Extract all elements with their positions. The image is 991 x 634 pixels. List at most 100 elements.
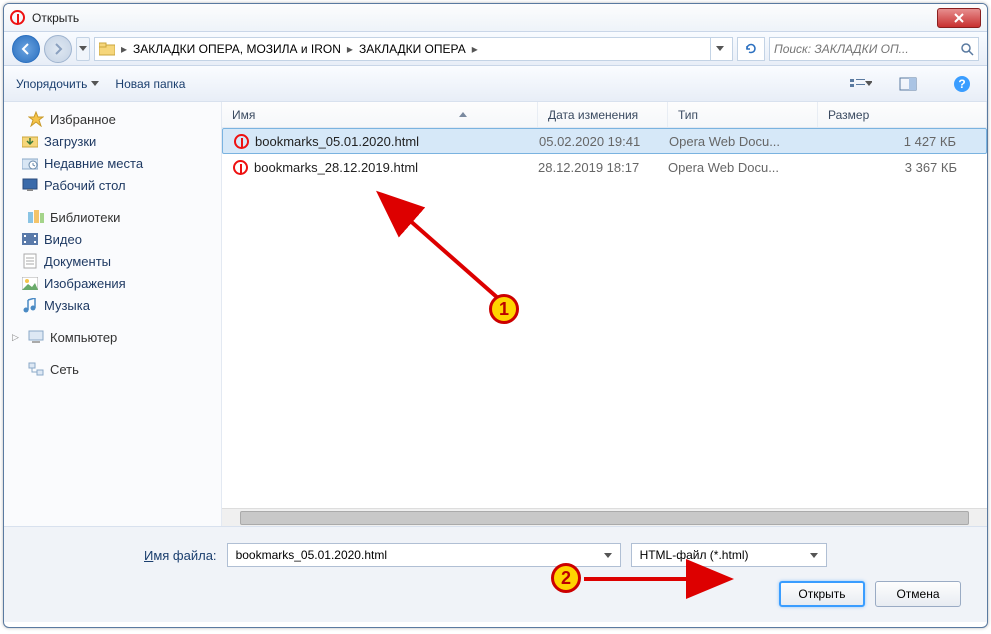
file-row[interactable]: bookmarks_05.01.2020.html 05.02.2020 19:…: [222, 128, 987, 154]
chevron-right-icon: ▸: [347, 42, 353, 56]
sidebar-libraries-header[interactable]: Библиотеки: [4, 206, 221, 228]
sidebar-item-label: Музыка: [44, 298, 90, 313]
sidebar-computer-header[interactable]: ▷ Компьютер: [4, 326, 221, 348]
search-input[interactable]: [774, 42, 956, 56]
address-bar[interactable]: ▸ ЗАКЛАДКИ ОПЕРА, МОЗИЛА и IRON ▸ ЗАКЛАД…: [94, 37, 733, 61]
chevron-down-icon[interactable]: [600, 553, 616, 558]
opera-icon: [10, 10, 26, 26]
new-folder-button[interactable]: Новая папка: [115, 77, 185, 91]
address-dropdown[interactable]: [710, 38, 728, 60]
toolbar: Упорядочить Новая папка ?: [4, 66, 987, 102]
breadcrumb-parent[interactable]: ЗАКЛАДКИ ОПЕРА, МОЗИЛА и IRON: [133, 42, 341, 56]
header-label: Дата изменения: [548, 108, 638, 122]
chevron-down-icon[interactable]: [806, 553, 822, 558]
body-area: Избранное Загрузки Недавние места Рабочи…: [4, 102, 987, 526]
documents-icon: [22, 253, 38, 269]
file-name: bookmarks_28.12.2019.html: [254, 160, 418, 175]
filename-combo[interactable]: bookmarks_05.01.2020.html: [227, 543, 621, 567]
libraries-icon: [28, 209, 44, 225]
svg-text:?: ?: [958, 77, 965, 91]
opera-file-icon: [232, 159, 248, 175]
sidebar-item-recent[interactable]: Недавние места: [4, 152, 221, 174]
opera-file-icon: [233, 133, 249, 149]
sidebar-favorites-header[interactable]: Избранное: [4, 108, 221, 130]
window-title: Открыть: [32, 11, 937, 25]
file-row[interactable]: bookmarks_28.12.2019.html 28.12.2019 18:…: [222, 154, 987, 180]
sidebar-item-label: Документы: [44, 254, 111, 269]
file-list-area: Имя Дата изменения Тип Размер bookmarks_…: [222, 102, 987, 526]
sidebar-item-documents[interactable]: Документы: [4, 250, 221, 272]
sidebar-item-label: Недавние места: [44, 156, 143, 171]
file-size: 3 367 КБ: [818, 160, 987, 175]
help-button[interactable]: ?: [949, 73, 975, 95]
filename-label: Имя файла:: [144, 548, 217, 563]
sidebar-item-images[interactable]: Изображения: [4, 272, 221, 294]
footer: Имя файла: bookmarks_05.01.2020.html HTM…: [4, 526, 987, 622]
refresh-button[interactable]: [737, 37, 765, 61]
file-name: bookmarks_05.01.2020.html: [255, 134, 419, 149]
sidebar-item-label: Избранное: [50, 112, 116, 127]
folder-icon: [99, 41, 115, 57]
search-box[interactable]: [769, 37, 979, 61]
nav-back-button[interactable]: [12, 35, 40, 63]
nav-forward-button[interactable]: [44, 35, 72, 63]
column-headers: Имя Дата изменения Тип Размер: [222, 102, 987, 128]
network-icon: [28, 361, 44, 377]
header-label: Тип: [678, 108, 698, 122]
nav-history-dropdown[interactable]: [76, 37, 90, 61]
view-options-button[interactable]: [847, 73, 873, 95]
preview-pane-button[interactable]: [895, 73, 921, 95]
open-button[interactable]: Открыть: [779, 581, 865, 607]
sidebar-item-label: Видео: [44, 232, 82, 247]
computer-icon: [28, 329, 44, 345]
music-icon: [22, 297, 38, 313]
sidebar-item-music[interactable]: Музыка: [4, 294, 221, 316]
search-icon: [960, 42, 974, 56]
filename-value: bookmarks_05.01.2020.html: [232, 548, 600, 562]
scrollbar-thumb[interactable]: [240, 511, 969, 525]
file-type: Opera Web Docu...: [668, 160, 818, 175]
column-header-type[interactable]: Тип: [668, 102, 818, 127]
titlebar: Открыть: [4, 4, 987, 32]
desktop-icon: [22, 177, 38, 193]
organize-label: Упорядочить: [16, 77, 87, 91]
sidebar-item-label: Библиотеки: [50, 210, 120, 225]
header-label: Имя: [232, 108, 255, 122]
navbar: ▸ ЗАКЛАДКИ ОПЕРА, МОЗИЛА и IRON ▸ ЗАКЛАД…: [4, 32, 987, 66]
cancel-button[interactable]: Отмена: [875, 581, 961, 607]
close-button[interactable]: [937, 8, 981, 28]
video-icon: [22, 231, 38, 247]
sidebar-item-video[interactable]: Видео: [4, 228, 221, 250]
organize-menu[interactable]: Упорядочить: [16, 77, 99, 91]
sidebar-item-downloads[interactable]: Загрузки: [4, 130, 221, 152]
sidebar-item-desktop[interactable]: Рабочий стол: [4, 174, 221, 196]
expand-icon: ▷: [12, 332, 22, 343]
chevron-down-icon: [91, 81, 99, 86]
sidebar-item-label: Изображения: [44, 276, 126, 291]
file-size: 1 427 КБ: [819, 134, 986, 149]
horizontal-scrollbar[interactable]: [222, 508, 987, 526]
sidebar-network-header[interactable]: Сеть: [4, 358, 221, 380]
chevron-down-icon: [865, 81, 872, 86]
chevron-right-icon: ▸: [472, 42, 478, 56]
sidebar-item-label: Рабочий стол: [44, 178, 126, 193]
new-folder-label: Новая папка: [115, 77, 185, 91]
breadcrumb-current[interactable]: ЗАКЛАДКИ ОПЕРА: [359, 42, 466, 56]
column-header-date[interactable]: Дата изменения: [538, 102, 668, 127]
sidebar-item-label: Сеть: [50, 362, 79, 377]
images-icon: [22, 275, 38, 291]
filetype-combo[interactable]: HTML-файл (*.html): [631, 543, 827, 567]
recent-icon: [22, 155, 38, 171]
filetype-value: HTML-файл (*.html): [636, 548, 806, 562]
downloads-icon: [22, 133, 38, 149]
header-label: Размер: [828, 108, 869, 122]
column-header-name[interactable]: Имя: [222, 102, 538, 127]
file-date: 28.12.2019 18:17: [538, 160, 668, 175]
sidebar: Избранное Загрузки Недавние места Рабочи…: [4, 102, 222, 526]
sidebar-item-label: Компьютер: [50, 330, 117, 345]
sidebar-item-label: Загрузки: [44, 134, 96, 149]
column-header-size[interactable]: Размер: [818, 102, 987, 127]
star-icon: [28, 111, 44, 127]
open-file-dialog: Открыть ▸ ЗАКЛАДКИ ОПЕРА, МОЗИЛА и IRON …: [3, 3, 988, 628]
file-date: 05.02.2020 19:41: [539, 134, 669, 149]
